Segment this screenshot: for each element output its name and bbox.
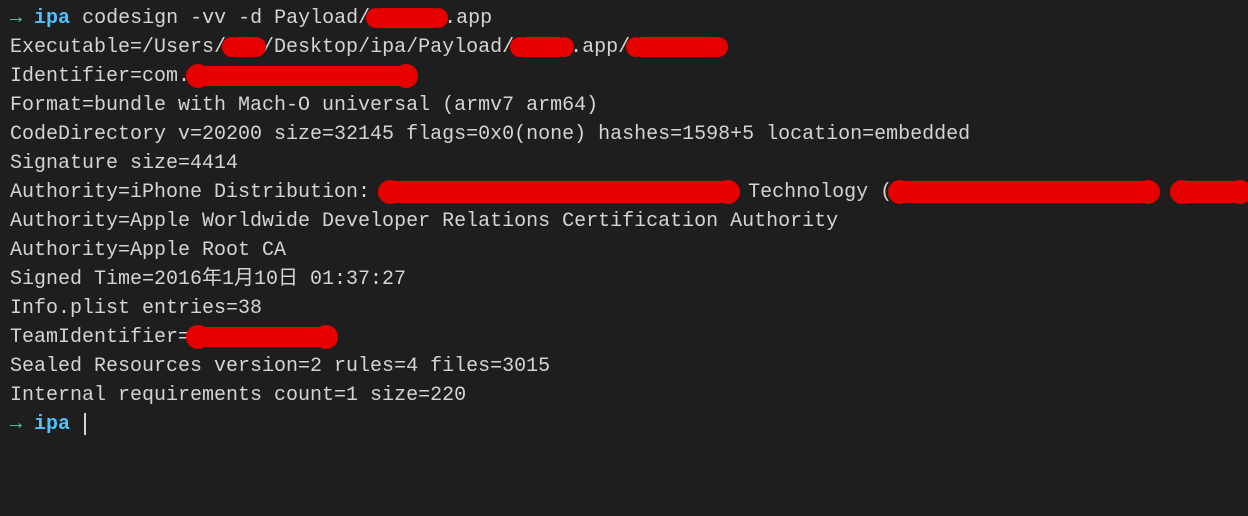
output-info-plist: Info.plist entries=38 [10,294,1238,323]
redaction [192,66,412,86]
exec-mid1: /Desktop/ipa/Payload/ [262,36,514,59]
cursor [84,413,86,435]
output-authority-1: Authority=iPhone Distribution: Technolog… [10,178,1238,207]
auth1-prefix: Authority=iPhone Distribution: [10,181,382,204]
output-authority-3: Authority=Apple Root CA [10,236,1238,265]
prompt-arrow: → [10,7,22,30]
redaction [1176,181,1246,203]
command-text: codesign -vv -d Payload/ [82,7,370,30]
redaction [192,327,332,347]
prompt-dir: ipa [34,413,70,436]
output-format: Format=bundle with Mach-O universal (arm… [10,91,1238,120]
output-signed-time: Signed Time=2016年1月10日 01:37:27 [10,265,1238,294]
identifier-prefix: Identifier=com. [10,65,190,88]
redaction [516,37,568,57]
prompt-dir: ipa [34,7,70,30]
team-id-prefix: TeamIdentifier= [10,326,190,349]
prompt-line[interactable]: → ipa [10,410,1238,439]
output-team-identifier: TeamIdentifier= [10,323,1238,352]
output-authority-2: Authority=Apple Worldwide Developer Rela… [10,207,1238,236]
prompt-arrow: → [10,413,22,436]
output-internal: Internal requirements count=1 size=220 [10,381,1238,410]
redaction [384,181,734,203]
redaction [632,37,722,57]
output-sealed: Sealed Resources version=2 rules=4 files… [10,352,1238,381]
output-sig-size: Signature size=4414 [10,149,1238,178]
redaction [894,181,1154,203]
redaction [228,37,260,57]
output-executable: Executable=/Users/ /Desktop/ipa/Payload/.… [10,33,1238,62]
exec-mid2: .app/ [570,36,630,59]
command-suffix: .app [444,7,492,30]
exec-prefix: Executable=/Users/ [10,36,226,59]
output-code-directory: CodeDirectory v=20200 size=32145 flags=0… [10,120,1238,149]
command-line: → ipa codesign -vv -d Payload/ .app [10,4,1238,33]
output-identifier: Identifier=com. [10,62,1238,91]
auth1-mid: Technology ( [736,181,892,204]
redaction [372,8,442,28]
